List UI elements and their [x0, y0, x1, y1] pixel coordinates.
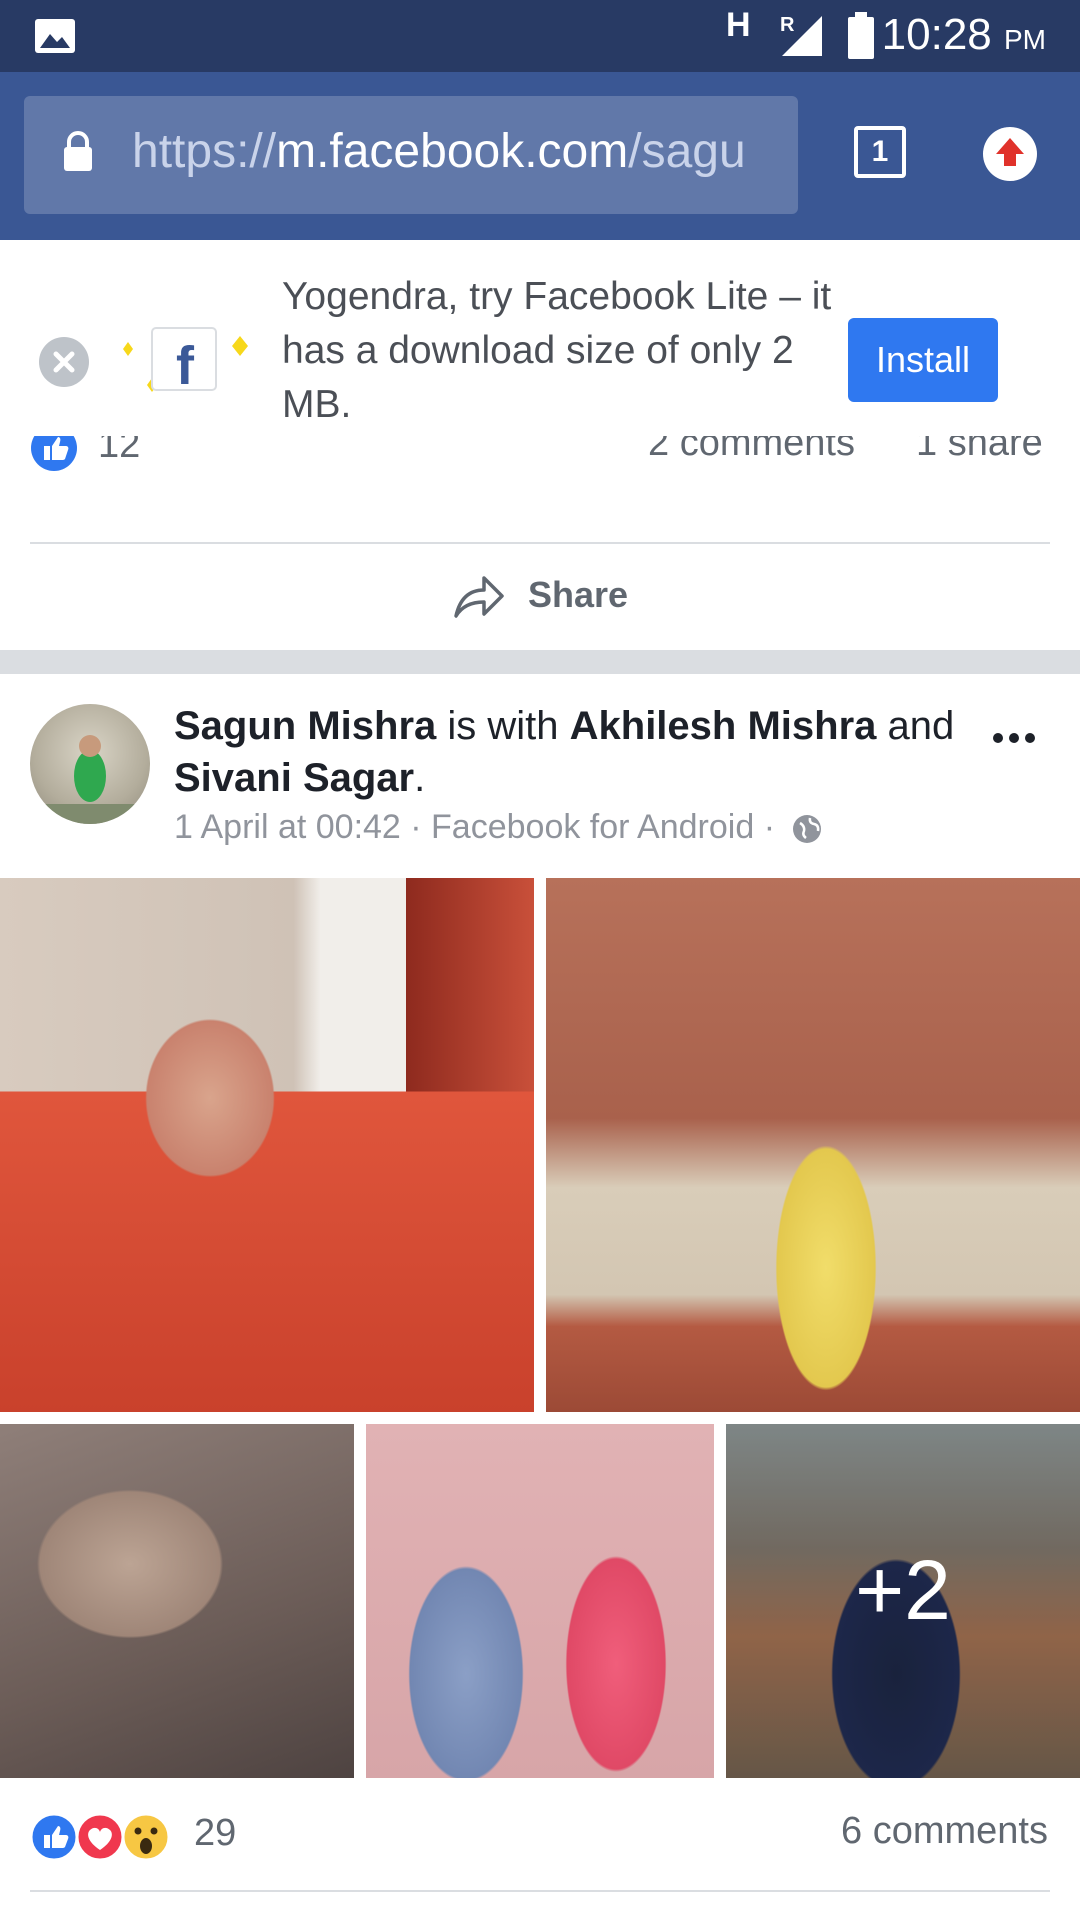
- author-avatar[interactable]: [30, 704, 150, 824]
- post-timestamp[interactable]: 1 April at 00:42 · Facebook for Android …: [174, 808, 775, 846]
- banner-message: Yogendra, try Facebook Lite – it has a d…: [282, 275, 832, 426]
- address-bar[interactable]: https://m.facebook.com/sagu: [24, 96, 798, 214]
- love-icon: [75, 1812, 125, 1862]
- signal-icon: [782, 16, 822, 56]
- author-name[interactable]: Sagun Mishra: [174, 704, 436, 748]
- avatar-photo: [30, 735, 150, 824]
- browser-toolbar: https://m.facebook.com/sagu 1: [0, 72, 1080, 240]
- post-photo-2[interactable]: [546, 878, 1080, 1412]
- svg-text:f: f: [176, 336, 195, 396]
- comment-count[interactable]: 6 comments: [841, 1810, 1048, 1853]
- post-photo-3[interactable]: [0, 1424, 354, 1778]
- reaction-icons: [30, 1812, 171, 1862]
- more-options-icon[interactable]: [986, 718, 1046, 758]
- post-meta: 1 April at 00:42 · Facebook for Android …: [174, 808, 822, 847]
- globe-icon: [793, 815, 822, 843]
- like-reaction-icon: [31, 436, 77, 471]
- like-count[interactable]: 12: [98, 436, 140, 467]
- share-button[interactable]: Share: [0, 544, 1080, 650]
- gallery-notification-icon: [35, 19, 75, 53]
- battery-icon: [848, 12, 874, 59]
- facebook-lite-logo: f: [123, 327, 248, 396]
- lock-icon: [64, 131, 92, 171]
- network-type: H: [726, 6, 751, 44]
- like-icon: [30, 1812, 79, 1862]
- previous-post-stats: 12 2 comments 1 share: [0, 436, 1080, 540]
- clock: 10:28 PM: [881, 10, 1046, 59]
- reactions-bar[interactable]: 29 6 comments: [0, 1790, 1080, 1880]
- share-arrow-icon: [454, 576, 504, 618]
- wow-icon: [121, 1812, 171, 1862]
- close-icon[interactable]: [38, 336, 90, 388]
- post-photo-1[interactable]: [0, 878, 534, 1412]
- lite-promo-banner: f Yogendra, try Facebook Lite – it has a…: [0, 240, 1080, 436]
- update-browser-icon[interactable]: [982, 126, 1038, 182]
- tab-switcher-button[interactable]: 1: [854, 126, 906, 178]
- post-headline: Sagun Mishra is with Akhilesh Mishra and…: [174, 704, 955, 800]
- status-bar: H R 10:28 PM: [0, 0, 1080, 72]
- share-label: Share: [528, 574, 629, 615]
- post-photo-4[interactable]: [366, 1424, 714, 1778]
- share-count[interactable]: 1 share: [916, 436, 1043, 465]
- more-photos-count: +2: [855, 1543, 951, 1637]
- install-button[interactable]: Install: [848, 318, 998, 402]
- url-text[interactable]: https://m.facebook.com/sagu: [132, 124, 782, 179]
- post-photo-5[interactable]: +2: [726, 1424, 1080, 1778]
- tagged-friend-1[interactable]: Akhilesh Mishra: [570, 704, 877, 748]
- feed-separator: [0, 650, 1080, 674]
- divider: [30, 1890, 1050, 1892]
- comment-count[interactable]: 2 comments: [648, 436, 855, 465]
- reaction-count[interactable]: 29: [194, 1812, 236, 1855]
- tagged-friend-2[interactable]: Sivani Sagar: [174, 756, 414, 800]
